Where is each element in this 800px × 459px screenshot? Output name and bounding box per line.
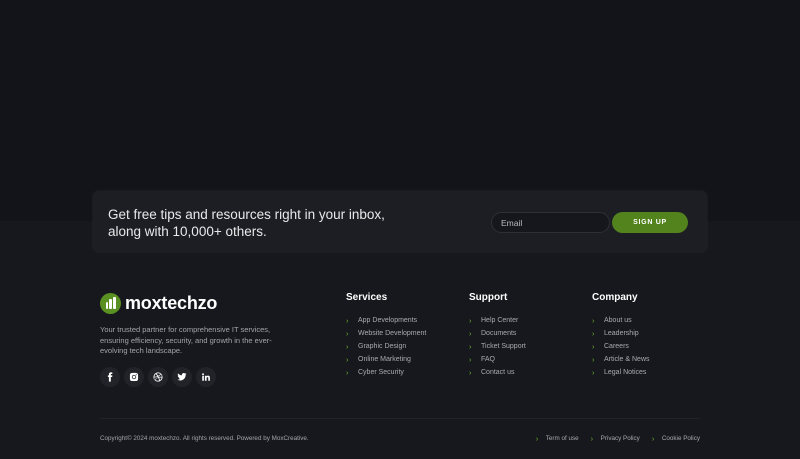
services-link-cyber-security[interactable]: › Cyber Security	[346, 366, 426, 379]
twitter-link[interactable]	[172, 367, 192, 387]
newsletter-heading: Get free tips and resources right in you…	[108, 207, 398, 240]
chevron-right-icon: ›	[346, 368, 349, 377]
chevron-right-icon: ›	[469, 316, 472, 325]
support-link-contact-us[interactable]: › Contact us	[469, 366, 526, 379]
chevron-right-icon: ›	[590, 434, 594, 443]
newsletter-line-2: along with 10,000+ others.	[108, 223, 267, 239]
chevron-right-icon: ›	[469, 355, 472, 364]
support-link-documents[interactable]: › Documents	[469, 327, 526, 340]
company-link-article-news[interactable]: › Article & News	[592, 353, 650, 366]
brand-logo[interactable]: moxtechzo	[100, 293, 217, 314]
legal-links: › Term of use › Privacy Policy › Cookie Pol…	[536, 434, 700, 443]
chevron-right-icon: ›	[346, 342, 349, 351]
chevron-right-icon: ›	[592, 342, 595, 351]
company-link-legal-notices[interactable]: › Legal Notices	[592, 366, 650, 379]
support-link-ticket-support[interactable]: › Ticket Support	[469, 340, 526, 353]
hero-background	[0, 0, 800, 221]
support-link-help-center[interactable]: › Help Center	[469, 314, 526, 327]
chevron-right-icon: ›	[651, 434, 655, 443]
chevron-right-icon: ›	[346, 355, 349, 364]
copyright-text: Copyright© 2024 moxtechzo. All rights re…	[100, 435, 309, 442]
services-link-app-developments[interactable]: › App Developments	[346, 314, 426, 327]
facebook-link[interactable]	[100, 367, 120, 387]
services-link-online-marketing[interactable]: › Online Marketing	[346, 353, 426, 366]
chevron-right-icon: ›	[592, 355, 595, 364]
services-heading: Services	[346, 292, 388, 303]
brand-tagline: Your trusted partner for comprehensive I…	[100, 325, 272, 355]
newsletter-line-1: Get free tips and resources right in you…	[108, 207, 385, 222]
chevron-right-icon: ›	[346, 329, 349, 338]
newsletter-card: Get free tips and resources right in you…	[93, 191, 707, 252]
chevron-right-icon: ›	[592, 329, 595, 338]
chevron-right-icon: ›	[592, 316, 595, 325]
company-link-leadership[interactable]: › Leadership	[592, 327, 650, 340]
email-field[interactable]	[491, 212, 610, 233]
support-link-faq[interactable]: › FAQ	[469, 353, 526, 366]
dribbble-icon	[153, 372, 163, 382]
services-link-website-development[interactable]: › Website Development	[346, 327, 426, 340]
company-column: Company › About us › Leadership › Careers ›…	[592, 292, 650, 379]
support-heading: Support	[469, 292, 508, 303]
chevron-right-icon: ›	[592, 368, 595, 377]
dribbble-link[interactable]	[148, 367, 168, 387]
company-link-about-us[interactable]: › About us	[592, 314, 650, 327]
cookie-policy-link[interactable]: › Cookie Policy	[652, 434, 700, 443]
signup-button[interactable]: SIGN UP	[612, 212, 688, 233]
company-link-careers[interactable]: › Careers	[592, 340, 650, 353]
privacy-policy-link[interactable]: › Privacy Policy	[591, 434, 640, 443]
support-column: Support › Help Center › Documents › Ticket …	[469, 292, 526, 379]
facebook-icon	[107, 372, 113, 382]
chevron-right-icon: ›	[469, 342, 472, 351]
chevron-right-icon: ›	[535, 434, 539, 443]
instagram-icon	[129, 372, 139, 382]
chevron-right-icon: ›	[346, 316, 349, 325]
logo-icon	[100, 293, 121, 314]
linkedin-icon	[202, 373, 210, 381]
instagram-link[interactable]	[124, 367, 144, 387]
services-column: Services › App Developments › Website Deve…	[346, 292, 426, 379]
brand-name: moxtechzo	[125, 293, 218, 313]
social-links	[100, 367, 216, 387]
footer-divider	[100, 418, 700, 419]
company-heading: Company	[592, 292, 638, 303]
term-of-use-link[interactable]: › Term of use	[536, 434, 579, 443]
linkedin-link[interactable]	[196, 367, 216, 387]
chevron-right-icon: ›	[469, 329, 472, 338]
chevron-right-icon: ›	[469, 368, 472, 377]
services-link-graphic-design[interactable]: › Graphic Design	[346, 340, 426, 353]
twitter-icon	[177, 373, 187, 381]
